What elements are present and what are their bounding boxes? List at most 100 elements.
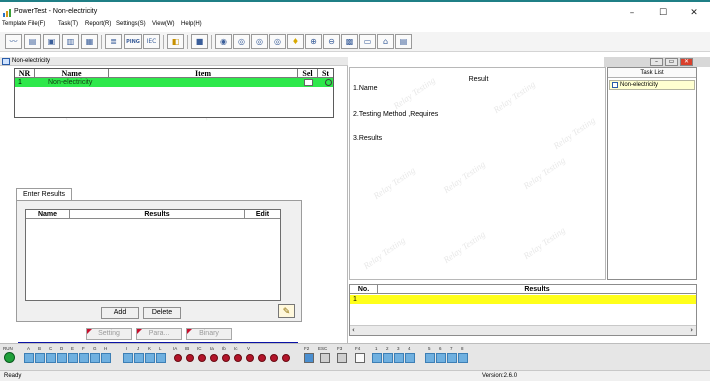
list-tool-button[interactable]: ≣ [105,34,122,49]
checkbox-icon[interactable] [612,82,618,88]
select-checkbox[interactable] [304,79,313,86]
window-icon: ▭ [363,37,372,46]
setting-button: Setting [86,328,132,340]
column-header-st[interactable]: St [318,69,333,78]
relay-icon[interactable] [383,353,393,363]
picture-tool-button[interactable]: ▩ [341,34,358,49]
channel-label: J [137,346,140,351]
column-header-results[interactable]: Results [70,210,245,219]
play-button[interactable] [304,353,314,363]
binary-input-icon[interactable] [79,353,89,363]
copy-icon: ▥ [66,37,75,46]
zoom-in-button[interactable]: ⊕ [305,34,322,49]
phase-c-tool-button[interactable]: ◎ [269,34,286,49]
column-header-item[interactable]: Item [109,69,298,78]
relay-icon[interactable] [394,353,404,363]
meter-icon: ◎ [256,37,263,46]
table-row[interactable]: 1 Non-electricity [15,78,333,87]
window-tool-button[interactable]: ▭ [359,34,376,49]
binary-output-icon[interactable] [134,353,144,363]
child-restore-button[interactable]: ▭ [665,58,678,66]
zoom-out-icon: ⊖ [328,37,335,46]
horizontal-scrollbar[interactable]: ‹ › [350,325,696,335]
toolbar-separator [211,35,212,49]
edit-template-button[interactable]: ✎ [278,304,295,318]
scroll-right-icon[interactable]: › [690,326,693,334]
binary-output-icon[interactable] [156,353,166,363]
phase-b-tool-button[interactable]: ◎ [251,34,268,49]
binary-input-icon[interactable] [46,353,56,363]
channel-label: I [126,346,128,351]
column-header-nr[interactable]: NR [15,69,35,78]
lightbulb-icon: ♦ [291,37,300,46]
report-tool-button[interactable]: ◧ [167,34,184,49]
relay-icon[interactable] [425,353,435,363]
print-tool-button[interactable]: ▦ [81,34,98,49]
child-minimize-button[interactable]: – [650,58,663,66]
stop-button[interactable] [320,353,330,363]
status-indicator [325,79,332,86]
relay-icon[interactable] [458,353,468,363]
lamp-tool-button[interactable]: ♦ [287,34,304,49]
menu-help[interactable]: Help(H) [181,21,202,27]
channel-label: Ib [222,346,226,351]
save-tool-button[interactable]: ▣ [43,34,60,49]
ping-button[interactable]: PING [124,34,142,49]
binary-input-icon[interactable] [101,353,111,363]
relay-icon[interactable] [447,353,457,363]
menu-view[interactable]: View(W) [152,21,175,27]
results-list-panel: No. Results 1 ‹ › [349,284,697,336]
menu-settings[interactable]: Settings(S) [116,21,146,27]
binary-input-icon[interactable] [68,353,78,363]
add-button[interactable]: Add [101,307,139,319]
column-header-sel[interactable]: Sel [298,69,318,78]
column-header-edit[interactable]: Edit [245,210,280,219]
column-header-results[interactable]: Results [378,285,696,294]
binary-input-icon[interactable] [57,353,67,363]
result-line-name: 1.Name [353,85,378,92]
meter-icon: ◎ [274,37,281,46]
scroll-left-icon[interactable]: ‹ [352,326,355,334]
binary-output-icon[interactable] [123,353,133,363]
wave-tool-button[interactable]: 〰 [5,34,22,49]
iec-button[interactable]: IEC [143,34,160,49]
table-row[interactable]: 1 [350,295,696,304]
page-button[interactable] [355,353,365,363]
column-header-name[interactable]: Name [35,69,109,78]
relay-icon[interactable] [436,353,446,363]
enter-results-panel: Name Results Edit Add Delete ✎ [16,200,302,322]
column-header-name[interactable]: Name [26,210,70,219]
stop-tool-button[interactable]: ■ [191,34,208,49]
copy-tool-button[interactable]: ▥ [62,34,79,49]
delete-button[interactable]: Delete [143,307,181,319]
relay-icon[interactable] [405,353,415,363]
relay-icon[interactable] [372,353,382,363]
phase-a-tool-button[interactable]: ◎ [233,34,250,49]
close-button[interactable]: ✕ [683,6,705,20]
layout-tool-button[interactable]: ▤ [395,34,412,49]
binary-output-icon[interactable] [145,353,155,363]
menu-task[interactable]: Task(T) [58,21,78,27]
binary-input-icon[interactable] [35,353,45,363]
child-close-button[interactable]: ✕ [680,58,693,66]
minimize-button[interactable]: – [621,6,643,20]
measure-tool-button[interactable]: ◉ [215,34,232,49]
maximize-button[interactable]: ☐ [652,6,674,20]
child-window-title: Non-electricity [12,58,51,64]
zoom-out-button[interactable]: ⊖ [323,34,340,49]
menu-report[interactable]: Report(R) [85,21,111,27]
task-item-non-electricity[interactable]: Non-electricity [609,80,695,90]
binary-input-icon[interactable] [24,353,34,363]
watermark-text: Relay Testing [491,79,537,115]
channel-label: Ic [234,346,238,351]
menu-template-file[interactable]: Template File(F) [2,21,45,27]
open-tool-button[interactable]: ▤ [24,34,41,49]
column-header-no[interactable]: No. [350,285,378,294]
toolbar: 〰 ▤ ▣ ▥ ▦ ≣ PING IEC ◧ ■ ◉ ◎ ◎ ◎ ♦ ⊕ ⊖ ▩… [0,32,710,52]
output-led-icon [210,354,218,362]
binary-input-icon[interactable] [90,353,100,363]
result-preview-panel: Relay Testing Relay Testing Relay Testin… [349,67,606,280]
home-tool-button[interactable]: ⌂ [377,34,394,49]
relay-label: 5 [428,346,431,351]
step-button[interactable] [337,353,347,363]
